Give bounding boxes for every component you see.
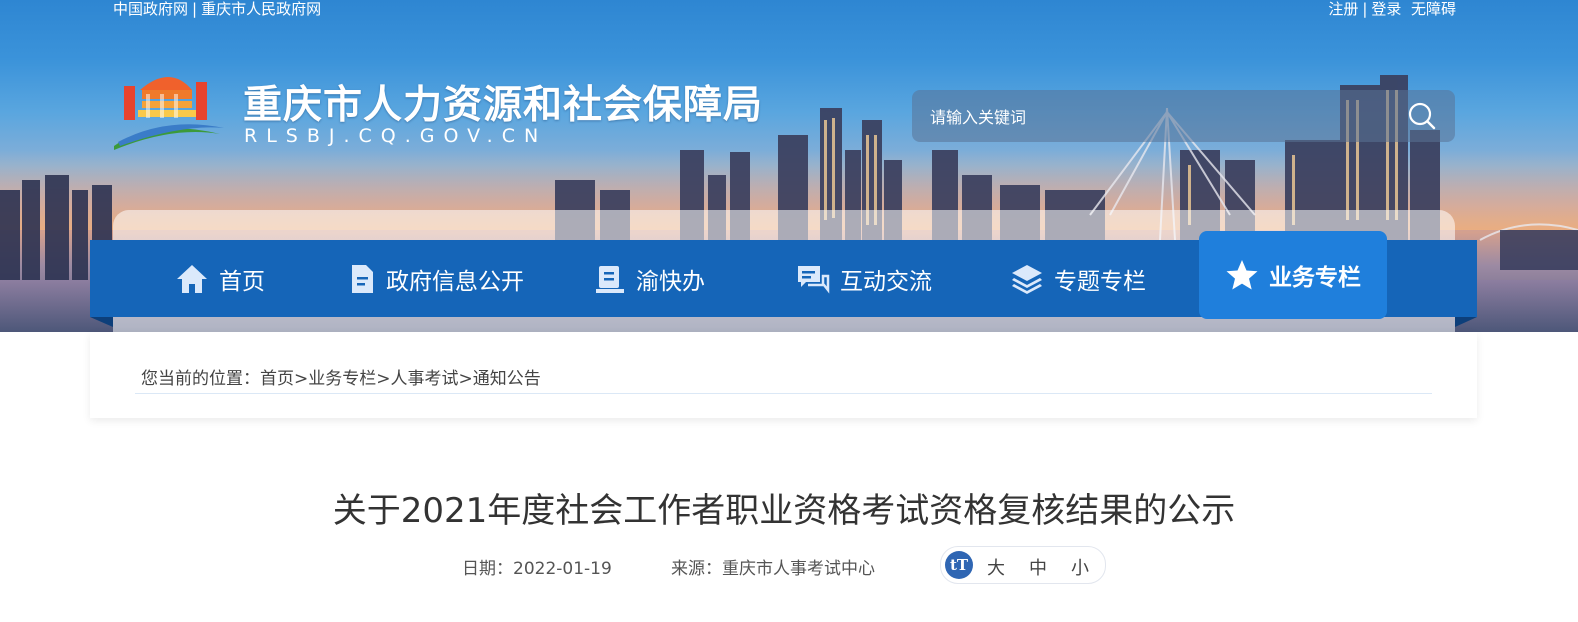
nav-fold-left [90,317,113,327]
breadcrumb-personnel-exam[interactable]: 人事考试 [391,369,459,389]
breadcrumb-business[interactable]: 业务专栏 [308,369,376,389]
top-links-right: 注册 | 登录 无障碍 [1328,0,1456,18]
nav-item-topics[interactable]: 专题专栏 [1010,240,1146,317]
nav-item-gov-info[interactable]: 政府信息公开 [348,240,524,317]
site-logo-icon[interactable] [112,68,228,158]
search-icon[interactable] [1407,101,1437,131]
article-source: 来源：重庆市人事考试中心 [671,554,875,579]
site-domain: RLSBJ.CQ.GOV.CN [244,125,548,147]
nav-item-label: 政府信息公开 [386,268,524,295]
breadcrumb-divider [135,393,1432,394]
breadcrumb-separator: > [458,369,473,389]
book-icon [596,265,624,293]
document-icon [352,264,373,293]
nav-item-yukuaiban[interactable]: 渝快办 [594,240,705,317]
font-size-medium[interactable]: 中 [1029,554,1047,580]
nav-item-business[interactable]: 业务专栏 [1199,231,1387,319]
home-icon [177,264,207,293]
separator: | [1362,0,1368,18]
separator: | [192,0,198,18]
accessibility-link[interactable]: 无障碍 [1411,0,1456,18]
nav-item-label: 渝快办 [636,268,705,295]
nav-item-label: 首页 [219,268,265,295]
nav-item-label: 专题专栏 [1054,268,1146,295]
nav-item-label: 业务专栏 [1269,265,1361,291]
link-gov-cn[interactable]: 中国政府网 [113,0,188,18]
register-link[interactable]: 注册 [1328,0,1358,18]
font-size-icon: tT [945,551,973,579]
nav-item-home[interactable]: 首页 [175,240,265,317]
login-link[interactable]: 登录 [1371,0,1401,18]
breadcrumb: 您当前的位置：首页>业务专栏>人事考试>通知公告 [141,364,541,389]
breadcrumb-prefix: 您当前的位置： [141,369,260,389]
font-size-switcher: tT 大 中 小 [940,546,1106,584]
nav-item-label: 互动交流 [840,268,932,295]
font-size-small[interactable]: 小 [1071,554,1089,580]
source-label: 来源： [671,559,722,579]
site-title[interactable]: 重庆市人力资源和社会保障局 [243,74,763,130]
article-date: 日期：2022-01-19 [462,554,612,579]
search-box [912,90,1455,142]
breadcrumb-separator: > [376,369,391,389]
date-value: 2022-01-19 [513,559,612,579]
chat-icon [798,265,830,294]
nav-item-interaction[interactable]: 互动交流 [796,240,932,317]
nav-fold-right [1455,317,1477,327]
breadcrumb-notices[interactable]: 通知公告 [473,369,541,389]
font-size-large[interactable]: 大 [987,554,1005,580]
date-label: 日期： [462,559,513,579]
article-title: 关于2021年度社会工作者职业资格考试资格复核结果的公示 [332,491,1236,531]
search-input[interactable] [928,104,1372,130]
source-value: 重庆市人事考试中心 [722,559,875,579]
star-icon [1226,260,1258,290]
breadcrumb-separator: > [294,369,309,389]
top-links-left: 中国政府网 | 重庆市人民政府网 [113,0,321,18]
layers-icon [1012,264,1042,294]
breadcrumb-home[interactable]: 首页 [260,369,294,389]
link-cq-gov[interactable]: 重庆市人民政府网 [201,0,321,18]
